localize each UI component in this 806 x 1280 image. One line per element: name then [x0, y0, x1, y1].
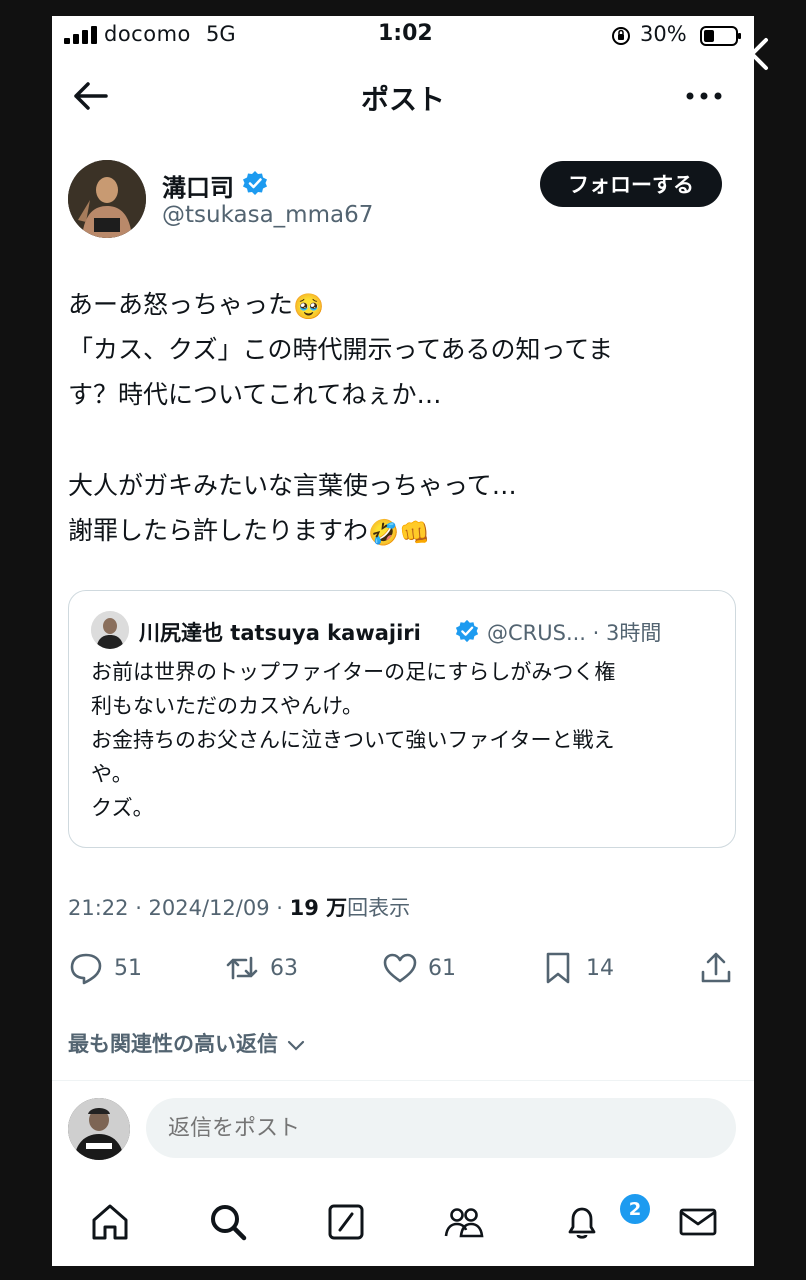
page-title: ポスト — [360, 83, 445, 116]
verified-badge-icon — [455, 619, 479, 643]
bookmark-count: 14 — [586, 955, 614, 981]
grok-icon — [328, 1204, 364, 1240]
orientation-lock-icon — [612, 27, 630, 45]
home-icon — [92, 1204, 128, 1240]
share-button[interactable] — [698, 946, 744, 990]
quoted-author-name: 川尻達也 tatsuya kawajiri — [139, 621, 421, 645]
quoted-post-card[interactable]: 川尻達也 tatsuya kawajiri @CRUS... · 3時間 お前は… — [68, 590, 736, 848]
tab-notifications[interactable] — [560, 1200, 604, 1244]
network-label: 5G — [206, 22, 236, 46]
status-bar: docomo 5G 1:02 30% — [52, 16, 754, 56]
phone-screen: docomo 5G 1:02 30% ポスト 溝口司 @tsukasa_mma6… — [52, 16, 754, 1266]
more-options-icon[interactable] — [684, 84, 724, 108]
verified-badge-icon — [243, 171, 267, 195]
pleading-face-emoji: 🥹 — [293, 291, 325, 321]
tab-search[interactable] — [206, 1200, 250, 1244]
clock: 1:02 — [378, 21, 433, 46]
follow-button[interactable]: フォローする — [540, 161, 722, 207]
post-text: あーあ怒っちゃった🥹 「カス、クズ」この時代開示ってあるの知ってま す？時代につ… — [68, 282, 708, 553]
views-label: 回表示 — [347, 896, 411, 920]
divider — [52, 1080, 754, 1081]
quoted-author-avatar — [91, 611, 129, 649]
reply-count: 51 — [114, 955, 142, 981]
heart-icon — [383, 953, 417, 983]
battery-percent: 30% — [640, 22, 687, 46]
post-line: 謝罪したら許したりますわ🤣👊 — [68, 508, 708, 553]
view-count: 19 万 — [289, 896, 348, 920]
bell-icon — [568, 1207, 596, 1239]
search-icon — [211, 1205, 247, 1241]
post-line: 「カス、クズ」この時代開示ってあるの知ってま — [68, 335, 614, 364]
post-line: あーあ怒っちゃった🥹 — [68, 282, 708, 327]
reply-icon — [70, 953, 102, 985]
reply-sort-selector[interactable]: 最も関連性の高い返信 — [68, 1028, 307, 1058]
current-user-avatar[interactable] — [68, 1098, 130, 1160]
like-count: 61 — [428, 955, 456, 981]
mail-icon — [679, 1208, 717, 1236]
repost-icon — [226, 956, 258, 980]
repost-count: 63 — [270, 955, 298, 981]
author-handle[interactable]: @tsukasa_mma67 — [162, 202, 373, 228]
reply-sort-label: 最も関連性の高い返信 — [68, 1032, 278, 1056]
repost-button[interactable]: 63 — [224, 946, 298, 990]
reply-button[interactable]: 51 — [68, 946, 142, 990]
action-bar: 51 63 61 14 — [52, 946, 754, 990]
signal-icon — [64, 26, 97, 44]
chevron-down-icon — [288, 1040, 305, 1051]
author-name[interactable]: 溝口司 — [162, 168, 234, 203]
like-button[interactable]: 61 — [382, 946, 456, 990]
tab-grok[interactable] — [324, 1200, 368, 1244]
bookmark-icon — [546, 952, 570, 984]
notification-badge: 2 — [618, 1192, 652, 1226]
quoted-post-text: お前は世界のトップファイターの足にすらしがみつく権 利もないただのカスやんけ。 … — [91, 660, 616, 820]
laughing-fist-emoji: 🤣👊 — [368, 517, 431, 547]
top-app-bar: ポスト — [52, 66, 754, 126]
bookmark-button[interactable]: 14 — [540, 946, 614, 990]
post-line: 大人がガキみたいな言葉使っちゃって… — [68, 471, 517, 500]
battery-icon — [700, 26, 741, 46]
quoted-author-handle: @CRUS... · 3時間 — [487, 621, 662, 645]
tab-messages[interactable] — [676, 1200, 720, 1244]
tab-home[interactable] — [88, 1200, 132, 1244]
communities-icon — [444, 1208, 484, 1238]
tab-communities[interactable] — [442, 1200, 486, 1244]
timestamp: 21:22 · 2024/12/09 · — [68, 896, 290, 920]
reply-input[interactable] — [146, 1098, 736, 1158]
carrier-label: docomo — [104, 22, 191, 46]
author-avatar[interactable] — [68, 160, 146, 238]
post-meta: 21:22 · 2024/12/09 · 19 万回表示 — [68, 892, 410, 922]
post-line: す？時代についてこれてねぇか… — [68, 380, 442, 409]
share-icon — [701, 952, 731, 983]
